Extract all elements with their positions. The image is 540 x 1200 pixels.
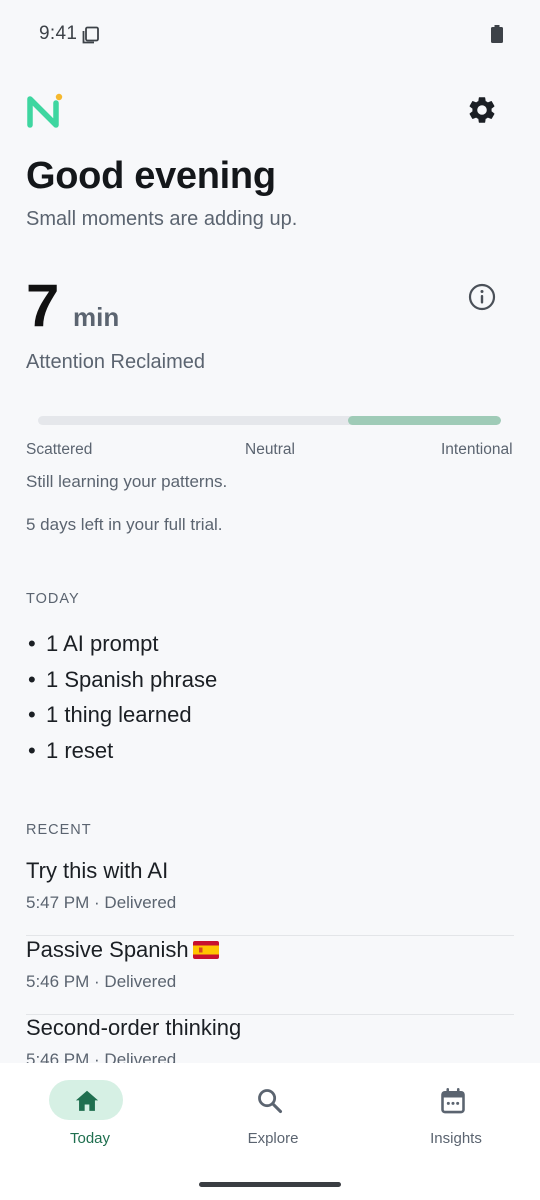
battery-icon <box>491 25 503 43</box>
tab-today[interactable]: Today <box>0 1063 180 1163</box>
home-indicator[interactable] <box>199 1182 341 1187</box>
today-heading: TODAY <box>26 591 80 607</box>
recent-item-meta: 5:46 PM · Delivered <box>26 972 177 991</box>
trial-note: 5 days left in your full trial. <box>26 515 223 534</box>
scale-label-neutral: Neutral <box>245 441 295 458</box>
recent-item-meta: 5:47 PM · Delivered <box>26 893 177 912</box>
home-icon <box>75 1090 99 1111</box>
today-item: • 1 thing learned <box>28 702 192 727</box>
tab-explore[interactable]: Explore <box>183 1063 363 1163</box>
search-icon <box>258 1089 283 1114</box>
tab-label: Explore <box>247 1130 299 1147</box>
recent-item-title: Try this with AI <box>26 858 169 883</box>
info-button[interactable] <box>468 283 496 311</box>
today-item: • 1 reset <box>28 737 114 763</box>
greeting-title: Good evening <box>26 155 276 197</box>
scale-label-scattered: Scattered <box>26 441 93 458</box>
tab-label: Today <box>69 1130 111 1147</box>
today-item: • 1 Spanish phrase <box>28 666 218 692</box>
scale-label-intentional: Intentional <box>441 441 513 458</box>
app-screen: 9:41 Good evening Small moments are addi… <box>0 0 540 1200</box>
app-logo-icon <box>27 93 63 128</box>
spain-flag-icon <box>192 941 219 959</box>
bottom-navigation: Today Explore Insights <box>0 1063 540 1200</box>
today-list: • 1 AI prompt • 1 Spanish phrase • 1 thing … <box>28 628 217 770</box>
settings-button[interactable] <box>466 94 498 126</box>
greeting-subtitle: Small moments are adding up. <box>26 208 298 230</box>
divider <box>26 935 514 936</box>
pattern-note: Still learning your patterns. <box>26 472 228 491</box>
recent-heading: RECENT <box>26 822 92 838</box>
recent-item-title: Passive Spanish <box>26 937 219 963</box>
recent-item-passive-spanish[interactable]: Passive Spanish 5:46 PM · Delivered <box>26 937 514 1015</box>
attention-minutes-unit: min <box>73 302 120 332</box>
today-item: • 1 AI prompt <box>28 631 159 656</box>
attention-scale-fill <box>348 416 501 425</box>
gear-icon <box>469 97 495 123</box>
info-icon <box>468 283 496 311</box>
tab-insights[interactable]: Insights <box>366 1063 540 1163</box>
attention-label: Attention Reclaimed <box>26 351 205 373</box>
attention-minutes-value: 7 <box>26 272 60 339</box>
calendar-icon <box>441 1088 465 1114</box>
status-time: 9:41 <box>39 23 78 44</box>
status-bar: 9:41 <box>0 0 540 68</box>
sim-card-icon <box>82 26 99 44</box>
tab-label: Insights <box>430 1130 482 1147</box>
attention-scale-bar <box>38 416 501 425</box>
recent-item-title: Second-order thinking <box>26 1015 242 1040</box>
recent-item-try-with-ai[interactable]: Try this with AI 5:47 PM · Delivered <box>26 858 514 936</box>
